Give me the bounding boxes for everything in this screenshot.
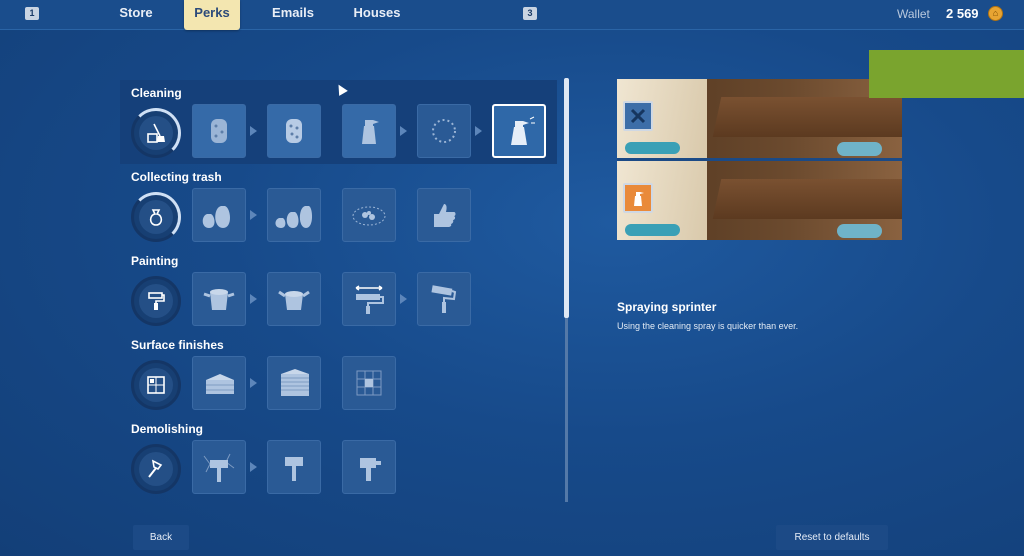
- reset-defaults-button[interactable]: Reset to defaults: [776, 525, 888, 550]
- tab-perks[interactable]: Perks: [184, 0, 240, 30]
- perk-spray-sprinter[interactable]: [492, 104, 546, 158]
- tab-emails[interactable]: Emails: [265, 0, 321, 30]
- arrow-icon: [250, 210, 257, 220]
- spray-sprinter-icon: [623, 183, 653, 213]
- category-title: Collecting trash: [131, 170, 222, 184]
- back-button[interactable]: Back: [133, 525, 189, 550]
- overlay-banner: [869, 50, 1024, 98]
- arrow-icon: [475, 126, 482, 136]
- perk-sledgehammer[interactable]: [192, 440, 246, 494]
- perk-spray-bottle[interactable]: [342, 104, 396, 158]
- tiles-icon: [131, 360, 181, 410]
- category-demolishing: Demolishing: [120, 416, 557, 500]
- arrow-icon: [250, 378, 257, 388]
- trash-bag-icon: [131, 192, 181, 242]
- wallet-value: 2 569: [946, 6, 979, 21]
- preview-frame-after: [617, 161, 902, 240]
- category-title: Demolishing: [131, 422, 204, 436]
- category-title: Surface finishes: [131, 338, 224, 352]
- key-hint-left: 1: [25, 7, 39, 20]
- key-hint-right: 3: [523, 7, 537, 20]
- perk-thumbs-up[interactable]: [417, 188, 471, 242]
- category-collecting-trash: Collecting trash: [120, 164, 557, 248]
- perk-list: Cleaning Collecting trash Painting Surfa…: [120, 80, 560, 500]
- category-surface-finishes: Surface finishes: [120, 332, 557, 416]
- perk-roller-wide[interactable]: [342, 272, 396, 326]
- perk-preview: [617, 79, 902, 240]
- perk-trash-bags-more[interactable]: [267, 188, 321, 242]
- scrollbar-thumb[interactable]: [564, 78, 569, 318]
- top-nav-bar: 1 Store Perks Emails Houses 3 Wallet 2 5…: [0, 0, 1024, 30]
- perk-stack-panels[interactable]: [267, 356, 321, 410]
- broom-bucket-icon: [131, 108, 181, 158]
- perk-stack-tiles[interactable]: [192, 356, 246, 410]
- category-title: Cleaning: [131, 86, 182, 100]
- selected-perk-name: Spraying sprinter: [617, 300, 717, 314]
- perk-power-hammer[interactable]: [342, 440, 396, 494]
- arrow-icon: [250, 462, 257, 472]
- paint-roller-icon: [131, 276, 181, 326]
- tab-store[interactable]: Store: [110, 0, 162, 30]
- arrow-icon: [400, 126, 407, 136]
- preview-frame-before: [617, 79, 902, 158]
- hammer-icon: [131, 444, 181, 494]
- perk-roller[interactable]: [417, 272, 471, 326]
- arrow-icon: [250, 294, 257, 304]
- selected-perk-description: Using the cleaning spray is quicker than…: [617, 321, 799, 331]
- tab-houses[interactable]: Houses: [348, 0, 406, 30]
- wallet-label: Wallet: [897, 7, 930, 21]
- perk-trash-bags[interactable]: [192, 188, 246, 242]
- arrow-icon: [400, 294, 407, 304]
- perk-trash-pile[interactable]: [342, 188, 396, 242]
- coin-icon: ⌂: [988, 6, 1003, 21]
- arrow-icon: [250, 126, 257, 136]
- category-title: Painting: [131, 254, 179, 268]
- locked-x-icon: [623, 101, 653, 131]
- perk-tile-grid[interactable]: [342, 356, 396, 410]
- perk-sponge[interactable]: [192, 104, 246, 158]
- perk-sparkle-circle[interactable]: [417, 104, 471, 158]
- perk-sponge-upgraded[interactable]: [267, 104, 321, 158]
- perk-paint-bucket-upgraded[interactable]: [267, 272, 321, 326]
- perk-paint-bucket[interactable]: [192, 272, 246, 326]
- category-painting: Painting: [120, 248, 557, 332]
- perk-hammer-upgraded[interactable]: [267, 440, 321, 494]
